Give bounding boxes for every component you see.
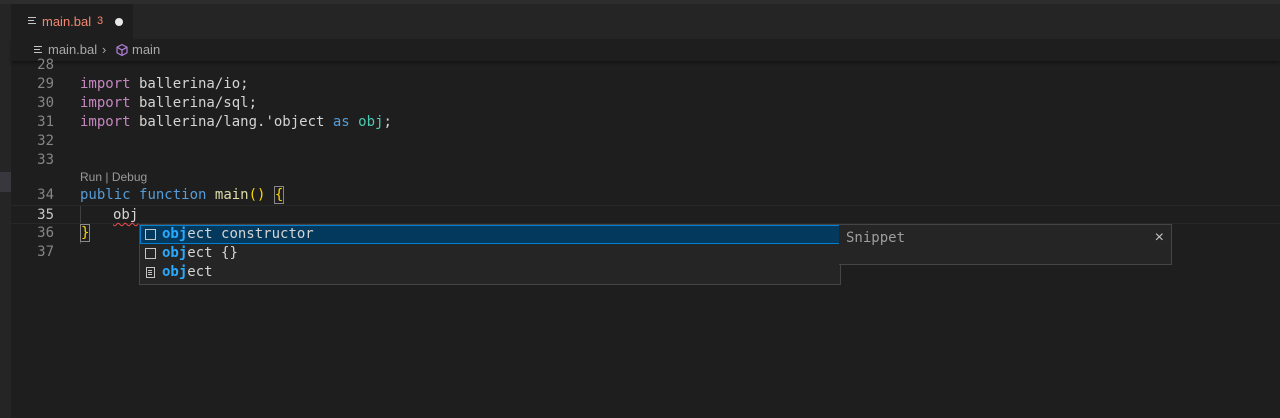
brace-token: } (80, 224, 91, 242)
keyword-token: public (80, 187, 131, 203)
keyword-token: import (80, 114, 131, 130)
snippet-icon (145, 248, 156, 259)
suggest-item[interactable]: object constructor (140, 225, 840, 244)
keyword-icon (146, 267, 155, 278)
line-number: 33 (37, 152, 54, 168)
code-token: ; (383, 114, 392, 130)
file-lines-icon (34, 46, 42, 55)
tab-main-bal[interactable]: main.bal 3 (11, 4, 133, 39)
code-token: ballerina/lang.'object (130, 114, 333, 130)
function-token: main (214, 187, 249, 203)
line-number: 30 (37, 95, 54, 111)
unsaved-dot-icon[interactable] (115, 18, 123, 26)
code-line: 34 public function main() { (11, 186, 1280, 205)
line-number: 37 (37, 244, 54, 260)
current-line: 35 obj (11, 205, 1280, 224)
keyword-token: as (332, 114, 350, 130)
code-token: ballerina/sql; (130, 95, 258, 111)
code-token: ballerina/io; (130, 76, 249, 92)
suggest-item[interactable]: object (140, 263, 840, 282)
code-line: 32 (11, 132, 1280, 151)
tab-filename: main.bal (42, 14, 92, 29)
suggest-label: ect (187, 264, 213, 280)
breadcrumb-file[interactable]: main.bal (48, 42, 97, 57)
codelens: Run | Debug (80, 170, 147, 184)
line-number: 32 (37, 133, 54, 149)
activity-strip (0, 4, 11, 418)
code-line: 30 import ballerina/sql; (11, 94, 1280, 113)
code-line: 31 import ballerina/lang.'object as obj; (11, 113, 1280, 132)
code-token: obj (113, 207, 139, 223)
keyword-token: import (80, 95, 131, 111)
suggest-details-panel: Snippet × (839, 224, 1172, 265)
paren-token: () (248, 187, 274, 203)
chevron-right-icon: › (102, 42, 107, 57)
suggest-match: obj (162, 245, 188, 261)
scroll-marker (0, 172, 11, 192)
code-line: 28 (11, 56, 1280, 75)
vscode-editor-window: main.bal 3 main.bal › main 28 29 import … (0, 0, 1280, 418)
codelens-run-link[interactable]: Run (80, 170, 102, 184)
suggest-label: ect constructor (187, 226, 314, 242)
breadcrumb-symbol[interactable]: main (132, 42, 160, 57)
keyword-token: function (139, 187, 207, 203)
suggest-match: obj (162, 264, 188, 280)
line-number: 28 (37, 57, 54, 73)
suggest-widget: object constructor object {} object (139, 224, 841, 285)
line-number: 29 (37, 76, 54, 92)
close-icon[interactable]: × (1155, 229, 1164, 247)
codelens-debug-link[interactable]: Debug (112, 170, 147, 184)
symbol-method-icon (116, 43, 128, 57)
code-line: 29 import ballerina/io; (11, 75, 1280, 94)
keyword-token: import (80, 76, 131, 92)
suggest-label: ect {} (187, 245, 238, 261)
suggest-match: obj (162, 226, 188, 242)
tab-problem-count: 3 (97, 15, 104, 27)
file-lines-icon (28, 17, 36, 26)
brace-token: { (273, 186, 285, 204)
line-number: 31 (37, 114, 54, 130)
line-number: 34 (37, 187, 54, 203)
codelens-separator: | (105, 170, 109, 184)
line-number: 35 (37, 207, 54, 223)
line-number: 36 (37, 225, 54, 241)
snippet-icon (145, 229, 156, 240)
alias-token: obj (358, 114, 384, 130)
details-kind-label: Snippet (846, 230, 906, 246)
code-line: 33 (11, 151, 1280, 170)
suggest-item[interactable]: object {} (140, 244, 840, 263)
tab-bar (11, 4, 1280, 39)
